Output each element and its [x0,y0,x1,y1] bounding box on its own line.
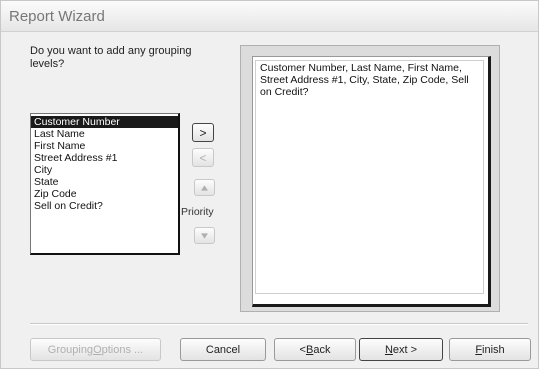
grouping-question: Do you want to add any grouping levels? [30,45,192,70]
field-list-item[interactable]: City [31,164,178,176]
priority-up-button[interactable] [194,179,215,196]
title-bar[interactable]: Report Wizard [1,1,538,32]
priority-down-button[interactable] [194,227,215,244]
preview-fields-text: Customer Number, Last Name, First Name, … [260,62,469,98]
field-list-item[interactable]: Sell on Credit? [31,200,178,212]
field-list-item[interactable]: Customer Number [31,116,178,128]
field-list-item[interactable]: Last Name [31,128,178,140]
triangle-down-icon [201,232,208,239]
triangle-up-icon [201,184,208,191]
next-button[interactable]: Next > [359,338,443,361]
window-title: Report Wizard [9,8,105,25]
back-button[interactable]: < Back [274,338,356,361]
cancel-button[interactable]: Cancel [180,338,266,361]
remove-grouping-button[interactable]: < [192,148,214,167]
field-list-item[interactable]: Zip Code [31,188,178,200]
priority-label: Priority [181,206,214,218]
grouping-options-button[interactable]: Grouping Options ... [30,338,161,361]
add-grouping-button[interactable]: > [192,123,214,142]
field-list-item[interactable]: Street Address #1 [31,152,178,164]
available-fields-list[interactable]: Customer Number Last Name First Name Street… [30,113,180,255]
field-list-item[interactable]: State [31,176,178,188]
finish-button[interactable]: Finish [449,338,531,361]
field-list-item[interactable]: First Name [31,140,178,152]
separator [30,323,528,325]
report-wizard-dialog: Report Wizard Do you want to add any gro… [0,0,539,369]
